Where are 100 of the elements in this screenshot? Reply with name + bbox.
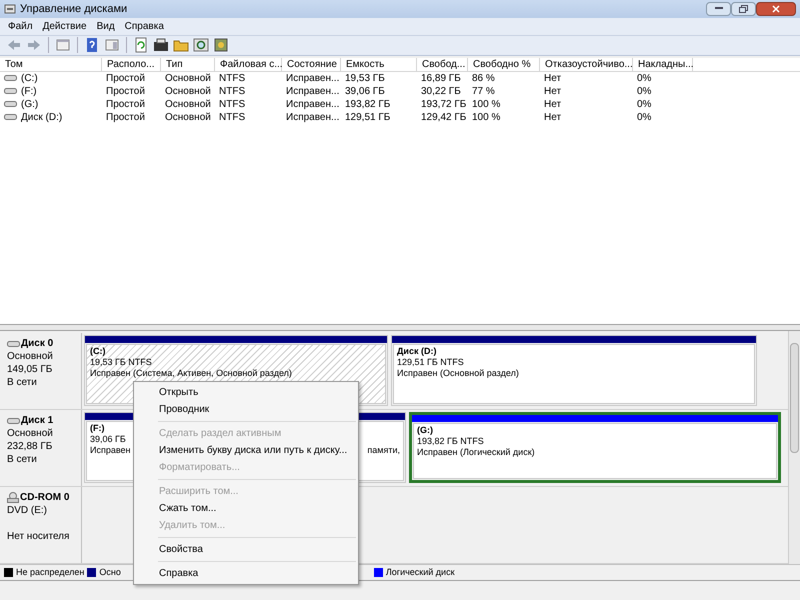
table-cell: Основной <box>165 98 211 111</box>
table-cell: Простой <box>106 98 145 111</box>
legend-label: Осно <box>99 566 121 579</box>
partition-title: (C:) <box>90 346 106 358</box>
partition-info: 193,82 ГБ NTFS <box>417 436 484 448</box>
table-cell: 100 % <box>472 98 500 111</box>
partition-panel[interactable]: Диск (D:) 129,51 ГБ NTFS Исправен (Основной раздел) <box>391 335 757 406</box>
table-cell: 39,06 ГБ <box>345 84 385 98</box>
table-cell: 193,72 ГБ <box>421 98 466 111</box>
column-header[interactable]: Файловая с... <box>215 58 282 71</box>
column-header[interactable]: Накладны... <box>633 58 693 71</box>
partition-info: Исправен (Основной раздел) <box>397 368 519 380</box>
table-cell: Основной <box>165 110 211 124</box>
context-menu-item[interactable]: Сжать том... <box>156 500 356 517</box>
table-cell: Нет <box>544 72 562 85</box>
app-icon <box>4 2 16 15</box>
scrollbar[interactable] <box>788 331 800 564</box>
disk-info: 149,05 ГБ <box>7 363 52 376</box>
drive-icon <box>4 113 17 122</box>
close-icon <box>772 4 780 13</box>
disk-name: CD-ROM 0 <box>20 491 70 504</box>
context-menu-item[interactable]: Свойства <box>156 541 356 558</box>
minimize-icon <box>714 7 722 10</box>
partition-info: Исправен <box>90 445 131 456</box>
table-cell: NTFS <box>219 84 246 98</box>
restore-icon <box>739 4 748 13</box>
disk-name: Диск 0 <box>21 337 54 350</box>
table-cell: Исправен... <box>286 110 340 124</box>
partition-panel[interactable]: (G:) 193,82 ГБ NTFS Исправен (Логический диск) <box>409 412 781 484</box>
partition-title: (G:) <box>417 425 433 436</box>
table-cell: (G:) <box>21 98 38 111</box>
panel-icon[interactable] <box>104 37 120 54</box>
help-icon[interactable] <box>84 37 100 54</box>
column-header[interactable]: Отказоустойчиво... <box>540 58 633 71</box>
drive-icon <box>4 87 17 96</box>
window-title: Управление дисками <box>20 2 128 17</box>
table-cell: NTFS <box>219 98 246 111</box>
cd-drive-icon <box>7 492 19 504</box>
column-header[interactable]: Свободно % <box>468 58 540 71</box>
table-cell: (F:) <box>21 84 37 98</box>
disk-status: В сети <box>7 376 37 390</box>
table-cell: Основной <box>165 84 211 98</box>
maximize-button[interactable] <box>731 2 756 16</box>
menu-item[interactable]: Справка <box>120 18 168 34</box>
context-menu-item[interactable]: Изменить букву диска или путь к диску... <box>156 442 356 459</box>
column-header[interactable]: Тип <box>161 58 215 71</box>
column-header[interactable]: Состояние <box>282 58 341 71</box>
table-cell: Исправен... <box>286 98 340 111</box>
table-cell: 77 % <box>472 84 495 98</box>
disk-info: DVD (E:) <box>7 504 47 518</box>
table-cell: (C:) <box>21 72 38 85</box>
table-cell: Основной <box>165 72 211 85</box>
disk-info: Основной <box>7 427 53 440</box>
table-cell: NTFS <box>219 110 246 124</box>
disk-status: В сети <box>7 453 37 466</box>
table-cell: Простой <box>106 84 145 98</box>
table-cell: 129,42 ГБ <box>421 110 466 124</box>
table-cell: 100 % <box>472 110 500 124</box>
partition-info: 129,51 ГБ NTFS <box>397 357 464 368</box>
disk-info: 232,88 ГБ <box>7 440 52 454</box>
partition-info: памяти, <box>367 445 400 456</box>
disk-info: Основной <box>7 350 53 364</box>
column-header[interactable]: Свобод... <box>417 58 468 71</box>
close-button[interactable] <box>756 2 796 16</box>
legend-label: Логический диск <box>386 566 454 579</box>
partition-info: Исправен (Система, Активен, Основной раздел) <box>90 368 292 380</box>
table-cell: Диск (D:) <box>21 110 62 124</box>
table-cell: 0% <box>637 98 652 111</box>
partition-title: (F:) <box>90 423 104 434</box>
table-cell: 0% <box>637 72 652 85</box>
drive-icon <box>4 74 17 82</box>
menu-item[interactable]: Действие <box>38 18 91 34</box>
refresh-icon[interactable] <box>133 37 149 54</box>
table-cell: 129,51 ГБ <box>345 110 390 124</box>
partition-info: Исправен (Логический диск) <box>417 447 535 458</box>
table-cell: 30,22 ГБ <box>421 84 461 98</box>
legend-label: Не распределен <box>16 566 84 579</box>
menu-item[interactable]: Файл <box>4 18 37 34</box>
table-cell: 193,82 ГБ <box>345 98 390 111</box>
disk-name: Диск 1 <box>21 414 54 428</box>
column-header[interactable]: Емкость <box>341 58 417 71</box>
minimize-button[interactable] <box>706 2 731 16</box>
menu-item[interactable]: Вид <box>92 18 119 34</box>
partition-title: Диск (D:) <box>397 346 436 358</box>
table-cell: Нет <box>544 98 562 111</box>
drive-icon <box>4 100 17 108</box>
table-cell: Простой <box>106 72 145 85</box>
panel-icon[interactable] <box>55 37 71 54</box>
table-cell: Нет <box>544 110 562 124</box>
table-cell: 86 % <box>472 72 495 85</box>
table-cell: Нет <box>544 84 562 98</box>
column-header[interactable]: Располо... <box>102 58 161 71</box>
table-cell: 0% <box>637 110 652 124</box>
table-cell: Исправен... <box>286 84 340 98</box>
partition-info: 19,53 ГБ NTFS <box>90 357 152 368</box>
context-menu-item[interactable]: Справка <box>156 565 356 582</box>
table-cell: 19,53 ГБ <box>345 72 385 85</box>
partition-info: 39,06 ГБ <box>90 434 126 446</box>
column-header[interactable]: Том <box>0 58 102 71</box>
context-menu-item[interactable]: Открыть <box>156 384 356 401</box>
